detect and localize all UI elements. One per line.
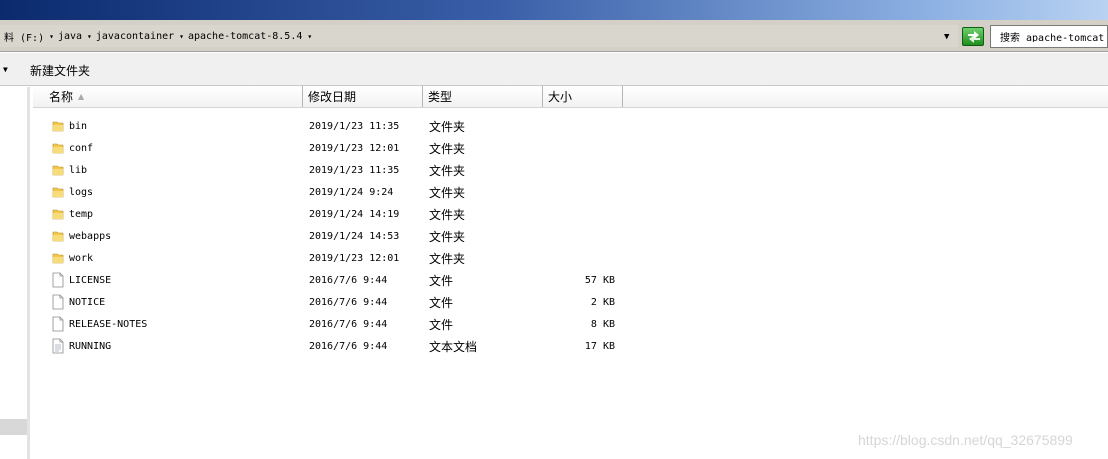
organize-dropdown-icon[interactable]: ▼ — [3, 65, 8, 74]
column-header-size-label: 大小 — [548, 90, 573, 104]
folder-icon — [50, 115, 66, 137]
file-name: lib — [69, 164, 88, 176]
file-modified-date: 2016/7/6 9:44 — [309, 318, 388, 330]
file-row[interactable]: lib 2019/1/23 11:35 文件夹 — [33, 159, 1108, 181]
text-document-icon — [50, 335, 66, 357]
file-size: 57 KB — [584, 274, 615, 286]
column-header-size[interactable]: 大小 — [543, 86, 623, 107]
command-toolbar: ▼ 新建文件夹 — [0, 53, 1108, 86]
file-row[interactable]: RELEASE-NOTES 2016/7/6 9:44 文件 8 KB — [33, 313, 1108, 335]
breadcrumb-segment-label: 料 (F:) — [4, 32, 45, 44]
file-modified-date: 2019/1/24 9:24 — [309, 186, 394, 198]
file-type: 文件 — [429, 295, 454, 310]
file-name: temp — [69, 208, 94, 220]
file-name: webapps — [69, 230, 112, 242]
file-row[interactable]: bin 2019/1/23 11:35 文件夹 — [33, 115, 1108, 137]
chevron-down-icon[interactable]: ▾ — [307, 32, 312, 41]
file-name: NOTICE — [69, 296, 106, 308]
file-type: 文件夹 — [429, 251, 466, 266]
file-row[interactable]: temp 2019/1/24 14:19 文件夹 — [33, 203, 1108, 225]
address-history-dropdown-icon[interactable]: ▼ — [944, 32, 949, 42]
folder-icon — [50, 203, 66, 225]
file-name: LICENSE — [69, 274, 112, 286]
refresh-icon — [968, 31, 980, 43]
file-name: RELEASE-NOTES — [69, 318, 148, 330]
column-header-row: 名称 ▲ 修改日期 类型 大小 — [33, 86, 1108, 108]
column-header-name[interactable]: 名称 ▲ — [33, 86, 303, 107]
file-row[interactable]: RUNNING 2016/7/6 9:44 文本文档 17 KB — [33, 335, 1108, 357]
search-input[interactable] — [1000, 31, 1108, 42]
file-modified-date: 2019/1/24 14:53 — [309, 230, 400, 242]
file-modified-date: 2019/1/23 11:35 — [309, 164, 400, 176]
folder-icon — [50, 247, 66, 269]
search-box[interactable] — [990, 25, 1108, 48]
folder-icon — [50, 225, 66, 247]
file-type: 文本文档 — [429, 339, 478, 354]
file-size: 8 KB — [590, 318, 615, 330]
file-name: bin — [69, 120, 88, 132]
breadcrumb-segment-label: java — [57, 30, 83, 42]
column-header-type-label: 类型 — [428, 90, 453, 104]
column-header-name-label: 名称 — [49, 90, 74, 104]
new-folder-button[interactable]: 新建文件夹 — [30, 62, 90, 79]
file-type: 文件夹 — [429, 163, 466, 178]
file-row[interactable]: conf 2019/1/23 12:01 文件夹 — [33, 137, 1108, 159]
watermark: https://blog.csdn.net/qq_32675899 — [858, 432, 1073, 448]
file-type: 文件夹 — [429, 119, 466, 134]
file-type: 文件夹 — [429, 207, 466, 222]
file-modified-date: 2016/7/6 9:44 — [309, 340, 388, 352]
file-size — [553, 159, 615, 181]
file-name: conf — [69, 142, 94, 154]
breadcrumb-segment[interactable]: javacontainer ▾ — [92, 31, 184, 42]
file-row[interactable]: webapps 2019/1/24 14:53 文件夹 — [33, 225, 1108, 247]
file-modified-date: 2019/1/24 14:19 — [309, 208, 400, 220]
file-modified-date: 2019/1/23 12:01 — [309, 252, 400, 264]
column-header-type[interactable]: 类型 — [423, 86, 543, 107]
file-modified-date: 2016/7/6 9:44 — [309, 274, 388, 286]
file-modified-date: 2016/7/6 9:44 — [309, 296, 388, 308]
file-type: 文件夹 — [429, 229, 466, 244]
folder-icon — [50, 181, 66, 203]
file-size — [553, 225, 615, 247]
folder-icon — [50, 137, 66, 159]
file-size: 2 KB — [590, 296, 615, 308]
file-icon — [50, 313, 66, 335]
file-row[interactable]: work 2019/1/23 12:01 文件夹 — [33, 247, 1108, 269]
file-size — [553, 137, 615, 159]
file-size — [553, 247, 615, 269]
breadcrumb-segment[interactable]: 料 (F:) ▾ — [0, 29, 54, 44]
navigation-selected-item[interactable] — [0, 419, 27, 435]
breadcrumb[interactable]: 料 (F:) ▾ java ▾ javacontainer ▾ apache-tomcat-… — [0, 25, 958, 47]
file-type: 文件 — [429, 273, 454, 288]
navigation-pane[interactable] — [0, 87, 30, 459]
file-icon — [50, 291, 66, 313]
file-icon — [50, 269, 66, 291]
window-titlebar — [0, 0, 1108, 20]
file-modified-date: 2019/1/23 12:01 — [309, 142, 400, 154]
file-row[interactable]: NOTICE 2016/7/6 9:44 文件 2 KB — [33, 291, 1108, 313]
column-header-date-label: 修改日期 — [308, 90, 357, 104]
breadcrumb-segment-label: javacontainer — [95, 30, 175, 42]
file-name: RUNNING — [69, 340, 112, 352]
refresh-button[interactable] — [962, 27, 984, 46]
address-bar-row: 料 (F:) ▾ java ▾ javacontainer ▾ apache-tomcat-… — [0, 20, 1108, 52]
breadcrumb-segment[interactable]: java ▾ — [54, 31, 92, 42]
file-row[interactable]: logs 2019/1/24 9:24 文件夹 — [33, 181, 1108, 203]
file-name: logs — [69, 186, 94, 198]
sort-ascending-icon: ▲ — [78, 92, 85, 101]
file-type: 文件夹 — [429, 185, 466, 200]
file-size — [553, 203, 615, 225]
breadcrumb-segment[interactable]: apache-tomcat-8.5.4 ▾ — [184, 31, 312, 42]
file-size — [553, 181, 615, 203]
breadcrumb-segment-label: apache-tomcat-8.5.4 — [187, 30, 303, 42]
file-row[interactable]: LICENSE 2016/7/6 9:44 文件 57 KB — [33, 269, 1108, 291]
file-size — [553, 115, 615, 137]
file-size: 17 KB — [584, 340, 615, 352]
file-name: work — [69, 252, 94, 264]
folder-icon — [50, 159, 66, 181]
file-type: 文件夹 — [429, 141, 466, 156]
file-type: 文件 — [429, 317, 454, 332]
file-modified-date: 2019/1/23 11:35 — [309, 120, 400, 132]
column-header-date[interactable]: 修改日期 — [303, 86, 423, 107]
